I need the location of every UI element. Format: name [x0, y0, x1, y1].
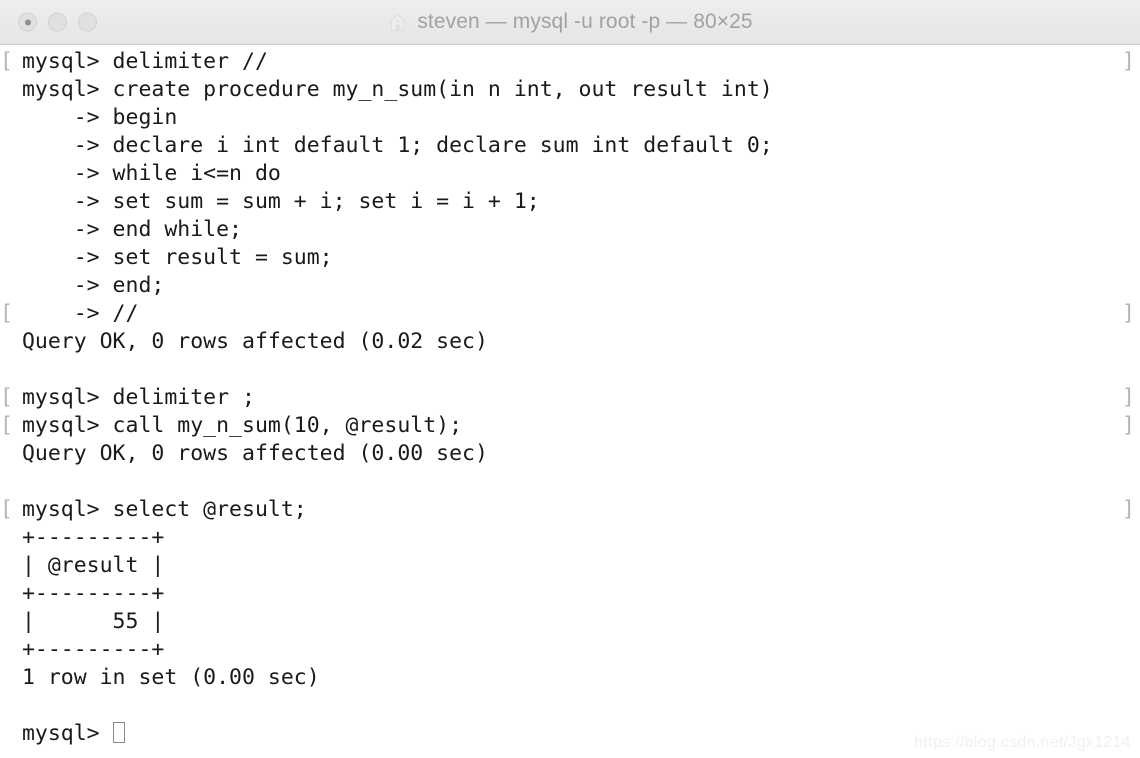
terminal-window: steven — mysql -u root -p — 80×25 [] mys…: [0, 0, 1140, 758]
text-cursor: [112, 722, 125, 743]
terminal-line: [] -> //: [0, 300, 1140, 328]
close-button[interactable]: [18, 12, 37, 32]
terminal-line: mysql> create procedure my_n_sum(in n in…: [0, 76, 1140, 104]
prompt-mark-left: [: [0, 413, 13, 438]
terminal-line-text: mysql> call my_n_sum(10, @result);: [9, 413, 463, 438]
terminal-line-text: +---------+: [9, 637, 165, 662]
terminal-output-area[interactable]: [] mysql> delimiter // mysql> create pro…: [0, 45, 1140, 758]
terminal-line-text: +---------+: [9, 581, 165, 606]
terminal-line-list: [] mysql> delimiter // mysql> create pro…: [0, 48, 1140, 748]
terminal-line-text: -> //: [9, 301, 139, 326]
traffic-light-group: [18, 12, 97, 32]
terminal-line-text: 1 row in set (0.00 sec): [9, 665, 320, 690]
terminal-line: 1 row in set (0.00 sec): [0, 664, 1140, 692]
prompt-mark-right: ]: [1122, 301, 1135, 326]
prompt-mark-right: ]: [1122, 49, 1135, 74]
prompt-mark-left: [: [0, 497, 13, 522]
terminal-line-text: +---------+: [9, 525, 165, 550]
terminal-line-text: mysql> delimiter //: [9, 49, 268, 74]
terminal-line: -> end while;: [0, 216, 1140, 244]
terminal-line: Query OK, 0 rows affected (0.02 sec): [0, 328, 1140, 356]
terminal-line-text: mysql> delimiter ;: [9, 385, 255, 410]
terminal-line-text: -> while i<=n do: [9, 161, 281, 186]
terminal-line: [] mysql> delimiter ;: [0, 384, 1140, 412]
terminal-line: +---------+: [0, 636, 1140, 664]
prompt-mark-right: ]: [1122, 497, 1135, 522]
zoom-button[interactable]: [78, 12, 97, 32]
terminal-line-text: -> set result = sum;: [9, 245, 333, 270]
terminal-line: Query OK, 0 rows affected (0.00 sec): [0, 440, 1140, 468]
terminal-line-text: -> end while;: [9, 217, 242, 242]
terminal-line-text: -> end;: [9, 273, 165, 298]
prompt-mark-left: [: [0, 301, 13, 326]
house-icon: [387, 12, 408, 33]
terminal-line: [] mysql> select @result;: [0, 496, 1140, 524]
terminal-line-text: -> begin: [9, 105, 178, 130]
terminal-line-text: mysql> select @result;: [9, 497, 307, 522]
terminal-line: -> declare i int default 1; declare sum …: [0, 132, 1140, 160]
terminal-line: -> while i<=n do: [0, 160, 1140, 188]
window-title-group: steven — mysql -u root -p — 80×25: [0, 0, 1140, 44]
title-bar[interactable]: steven — mysql -u root -p — 80×25: [0, 0, 1140, 45]
terminal-line-text: | @result |: [9, 553, 165, 578]
terminal-line: | 55 |: [0, 608, 1140, 636]
terminal-line: +---------+: [0, 580, 1140, 608]
watermark: https://blog.csdn.net/Jgx1214: [914, 734, 1131, 751]
terminal-line-text: mysql>: [9, 721, 113, 746]
terminal-line: -> set sum = sum + i; set i = i + 1;: [0, 188, 1140, 216]
terminal-line: -> set result = sum;: [0, 244, 1140, 272]
terminal-line-text: -> set sum = sum + i; set i = i + 1;: [9, 189, 540, 214]
terminal-line-text: -> declare i int default 1; declare sum …: [9, 133, 773, 158]
terminal-line-text: Query OK, 0 rows affected (0.02 sec): [9, 329, 488, 354]
terminal-line: | @result |: [0, 552, 1140, 580]
terminal-line-text: Query OK, 0 rows affected (0.00 sec): [9, 441, 488, 466]
terminal-line-text: mysql> create procedure my_n_sum(in n in…: [9, 77, 773, 102]
terminal-line-text: | 55 |: [9, 609, 165, 634]
minimize-button[interactable]: [48, 12, 67, 32]
prompt-mark-right: ]: [1122, 385, 1135, 410]
terminal-line: [] mysql> delimiter //: [0, 48, 1140, 76]
terminal-line: -> begin: [0, 104, 1140, 132]
terminal-line: [] mysql> call my_n_sum(10, @result);: [0, 412, 1140, 440]
prompt-mark-right: ]: [1122, 413, 1135, 438]
prompt-mark-left: [: [0, 49, 13, 74]
window-title: steven — mysql -u root -p — 80×25: [417, 10, 753, 33]
prompt-mark-left: [: [0, 385, 13, 410]
terminal-line: +---------+: [0, 524, 1140, 552]
terminal-line: -> end;: [0, 272, 1140, 300]
